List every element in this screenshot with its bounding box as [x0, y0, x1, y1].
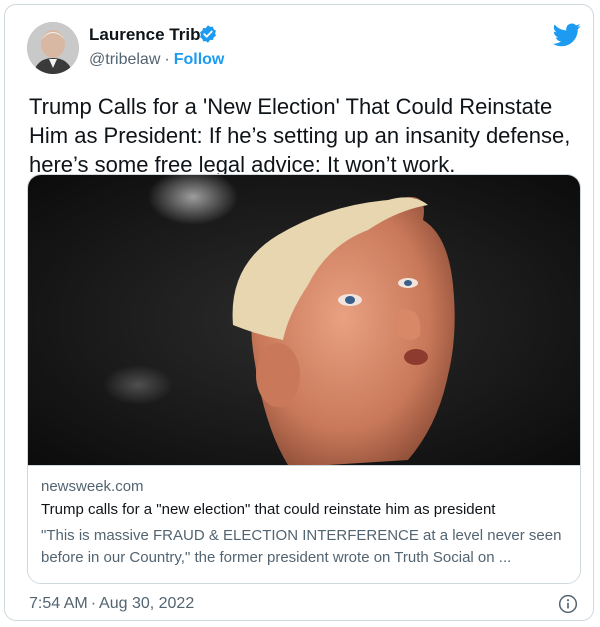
link-preview-card[interactable]: newsweek.com Trump calls for a "new elec…: [27, 174, 581, 584]
follow-button[interactable]: Follow: [174, 51, 225, 68]
twitter-bird-icon[interactable]: [553, 23, 581, 47]
link-title: Trump calls for a "new election" that co…: [41, 501, 496, 518]
info-icon[interactable]: [558, 594, 578, 614]
author-handle[interactable]: @tribelaw: [89, 51, 160, 68]
link-preview-meta: newsweek.com Trump calls for a "new elec…: [28, 465, 580, 583]
tweet-text: Trump Calls for a 'New Election' That Co…: [29, 94, 571, 177]
tweet-date: Aug 30, 2022: [99, 595, 195, 612]
avatar[interactable]: [27, 22, 79, 74]
verified-badge-icon: [200, 25, 216, 43]
link-preview-image: [28, 175, 580, 465]
tweet-timestamp[interactable]: 7:54 AM · Aug 30, 2022: [29, 595, 194, 613]
timestamp-separator: ·: [90, 595, 97, 612]
handle-row: @tribelaw · Follow: [89, 51, 224, 69]
tweet-time: 7:54 AM: [29, 595, 88, 612]
link-description: "This is massive FRAUD & ELECTION INTERF…: [41, 527, 562, 566]
link-domain: newsweek.com: [41, 478, 144, 495]
tweet-card: Laurence Tribe @tribelaw · Follow Trump Ca…: [4, 4, 594, 621]
author-name[interactable]: Laurence Tribe: [89, 25, 210, 45]
handle-separator: ·: [164, 51, 170, 68]
